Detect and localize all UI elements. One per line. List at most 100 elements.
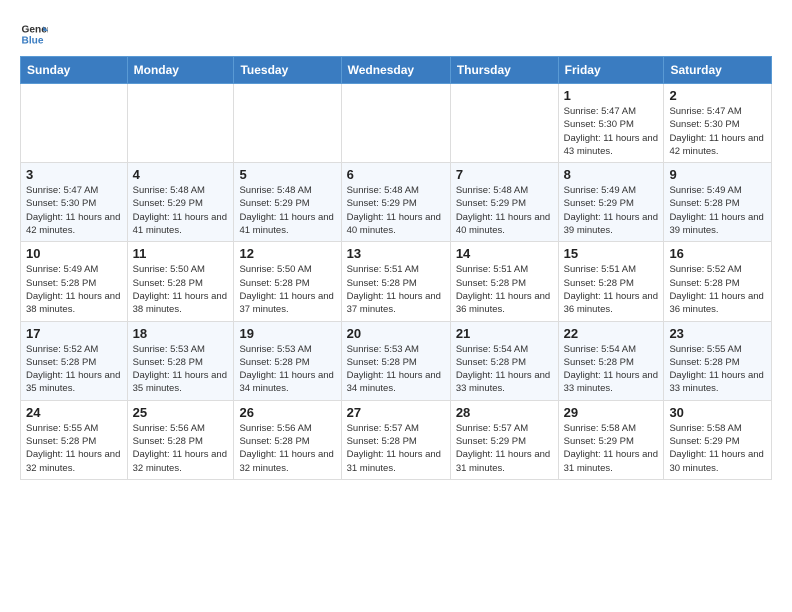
calendar-body: 1Sunrise: 5:47 AM Sunset: 5:30 PM Daylig…	[21, 84, 772, 480]
day-info: Sunrise: 5:56 AM Sunset: 5:28 PM Dayligh…	[239, 422, 335, 475]
day-number: 7	[456, 167, 553, 182]
header: General Blue	[20, 16, 772, 48]
calendar-cell: 7 Sunrise: 5:48 AM Sunset: 5:29 PM Daylig…	[450, 163, 558, 242]
day-info: Sunrise: 5:48 AM Sunset: 5:29 PM Dayligh…	[456, 184, 553, 237]
calendar-day-header: Sunday	[21, 57, 128, 84]
day-info: Sunrise: 5:51 AM Sunset: 5:28 PM Dayligh…	[456, 263, 553, 316]
calendar-day-header: Thursday	[450, 57, 558, 84]
day-info: Sunrise: 5:53 AM Sunset: 5:28 PM Dayligh…	[347, 343, 445, 396]
calendar-cell: 30 Sunrise: 5:58 AM Sunset: 5:29 PM Dayli…	[664, 400, 772, 479]
calendar-cell: 3Sunrise: 5:47 AM Sunset: 5:30 PM Daylig…	[21, 163, 128, 242]
calendar-day-header: Monday	[127, 57, 234, 84]
calendar-week-row: 10 Sunrise: 5:49 AM Sunset: 5:28 PM Dayli…	[21, 242, 772, 321]
calendar-cell: 29 Sunrise: 5:58 AM Sunset: 5:29 PM Dayli…	[558, 400, 664, 479]
calendar-cell	[234, 84, 341, 163]
calendar-week-row: 24 Sunrise: 5:55 AM Sunset: 5:28 PM Dayli…	[21, 400, 772, 479]
calendar-cell: 28Sunrise: 5:57 AM Sunset: 5:29 PM Dayli…	[450, 400, 558, 479]
calendar-cell: 10 Sunrise: 5:49 AM Sunset: 5:28 PM Dayli…	[21, 242, 128, 321]
calendar-week-row: 1Sunrise: 5:47 AM Sunset: 5:30 PM Daylig…	[21, 84, 772, 163]
calendar-cell: 4 Sunrise: 5:48 AM Sunset: 5:29 PM Daylig…	[127, 163, 234, 242]
calendar-week-row: 17 Sunrise: 5:52 AM Sunset: 5:28 PM Dayli…	[21, 321, 772, 400]
day-info: Sunrise: 5:53 AM Sunset: 5:28 PM Dayligh…	[239, 343, 335, 396]
day-info: Sunrise: 5:48 AM Sunset: 5:29 PM Dayligh…	[239, 184, 335, 237]
day-number: 8	[564, 167, 659, 182]
day-info: Sunrise: 5:55 AM Sunset: 5:28 PM Dayligh…	[26, 422, 122, 475]
day-info: Sunrise: 5:53 AM Sunset: 5:28 PM Dayligh…	[133, 343, 229, 396]
day-number: 30	[669, 405, 766, 420]
day-info: Sunrise: 5:49 AM Sunset: 5:29 PM Dayligh…	[564, 184, 659, 237]
calendar-cell: 13 Sunrise: 5:51 AM Sunset: 5:28 PM Dayli…	[341, 242, 450, 321]
day-info: Sunrise: 5:48 AM Sunset: 5:29 PM Dayligh…	[347, 184, 445, 237]
day-number: 28	[456, 405, 553, 420]
logo: General Blue	[20, 20, 48, 48]
day-info: Sunrise: 5:54 AM Sunset: 5:28 PM Dayligh…	[456, 343, 553, 396]
calendar-cell	[127, 84, 234, 163]
calendar-week-row: 3Sunrise: 5:47 AM Sunset: 5:30 PM Daylig…	[21, 163, 772, 242]
day-number: 13	[347, 246, 445, 261]
calendar-cell: 18 Sunrise: 5:53 AM Sunset: 5:28 PM Dayli…	[127, 321, 234, 400]
svg-text:Blue: Blue	[22, 35, 44, 46]
calendar-cell: 26Sunrise: 5:56 AM Sunset: 5:28 PM Dayli…	[234, 400, 341, 479]
day-number: 6	[347, 167, 445, 182]
day-number: 18	[133, 326, 229, 341]
calendar-cell: 19 Sunrise: 5:53 AM Sunset: 5:28 PM Dayli…	[234, 321, 341, 400]
calendar-day-header: Wednesday	[341, 57, 450, 84]
day-number: 23	[669, 326, 766, 341]
calendar-day-header: Friday	[558, 57, 664, 84]
day-number: 11	[133, 246, 229, 261]
calendar-cell	[341, 84, 450, 163]
day-number: 22	[564, 326, 659, 341]
day-number: 17	[26, 326, 122, 341]
calendar-cell: 24 Sunrise: 5:55 AM Sunset: 5:28 PM Dayli…	[21, 400, 128, 479]
calendar-cell: 25 Sunrise: 5:56 AM Sunset: 5:28 PM Dayli…	[127, 400, 234, 479]
day-number: 24	[26, 405, 122, 420]
day-number: 21	[456, 326, 553, 341]
calendar-cell: 11Sunrise: 5:50 AM Sunset: 5:28 PM Dayli…	[127, 242, 234, 321]
day-number: 12	[239, 246, 335, 261]
day-number: 16	[669, 246, 766, 261]
day-number: 15	[564, 246, 659, 261]
day-number: 27	[347, 405, 445, 420]
day-info: Sunrise: 5:48 AM Sunset: 5:29 PM Dayligh…	[133, 184, 229, 237]
day-info: Sunrise: 5:58 AM Sunset: 5:29 PM Dayligh…	[564, 422, 659, 475]
calendar-cell: 5 Sunrise: 5:48 AM Sunset: 5:29 PM Daylig…	[234, 163, 341, 242]
calendar-table: SundayMondayTuesdayWednesdayThursdayFrid…	[20, 56, 772, 480]
day-info: Sunrise: 5:49 AM Sunset: 5:28 PM Dayligh…	[26, 263, 122, 316]
day-number: 5	[239, 167, 335, 182]
day-info: Sunrise: 5:58 AM Sunset: 5:29 PM Dayligh…	[669, 422, 766, 475]
day-info: Sunrise: 5:56 AM Sunset: 5:28 PM Dayligh…	[133, 422, 229, 475]
calendar-cell: 2Sunrise: 5:47 AM Sunset: 5:30 PM Daylig…	[664, 84, 772, 163]
day-number: 14	[456, 246, 553, 261]
calendar-day-header: Saturday	[664, 57, 772, 84]
day-info: Sunrise: 5:55 AM Sunset: 5:28 PM Dayligh…	[669, 343, 766, 396]
day-number: 3	[26, 167, 122, 182]
calendar-cell: 22 Sunrise: 5:54 AM Sunset: 5:28 PM Dayli…	[558, 321, 664, 400]
day-info: Sunrise: 5:54 AM Sunset: 5:28 PM Dayligh…	[564, 343, 659, 396]
calendar-header-row: SundayMondayTuesdayWednesdayThursdayFrid…	[21, 57, 772, 84]
day-number: 4	[133, 167, 229, 182]
day-number: 20	[347, 326, 445, 341]
day-info: Sunrise: 5:51 AM Sunset: 5:28 PM Dayligh…	[347, 263, 445, 316]
calendar-cell: 12 Sunrise: 5:50 AM Sunset: 5:28 PM Dayli…	[234, 242, 341, 321]
calendar-cell: 1Sunrise: 5:47 AM Sunset: 5:30 PM Daylig…	[558, 84, 664, 163]
day-number: 19	[239, 326, 335, 341]
calendar-cell: 17 Sunrise: 5:52 AM Sunset: 5:28 PM Dayli…	[21, 321, 128, 400]
day-info: Sunrise: 5:51 AM Sunset: 5:28 PM Dayligh…	[564, 263, 659, 316]
day-number: 29	[564, 405, 659, 420]
logo-icon: General Blue	[20, 20, 48, 48]
day-number: 9	[669, 167, 766, 182]
day-info: Sunrise: 5:52 AM Sunset: 5:28 PM Dayligh…	[669, 263, 766, 316]
day-info: Sunrise: 5:57 AM Sunset: 5:28 PM Dayligh…	[347, 422, 445, 475]
day-number: 10	[26, 246, 122, 261]
day-number: 25	[133, 405, 229, 420]
calendar-cell: 20 Sunrise: 5:53 AM Sunset: 5:28 PM Dayli…	[341, 321, 450, 400]
day-info: Sunrise: 5:50 AM Sunset: 5:28 PM Dayligh…	[239, 263, 335, 316]
calendar-cell	[450, 84, 558, 163]
calendar-cell: 15 Sunrise: 5:51 AM Sunset: 5:28 PM Dayli…	[558, 242, 664, 321]
day-number: 2	[669, 88, 766, 103]
calendar-cell	[21, 84, 128, 163]
calendar-cell: 27 Sunrise: 5:57 AM Sunset: 5:28 PM Dayli…	[341, 400, 450, 479]
day-info: Sunrise: 5:49 AM Sunset: 5:28 PM Dayligh…	[669, 184, 766, 237]
day-info: Sunrise: 5:52 AM Sunset: 5:28 PM Dayligh…	[26, 343, 122, 396]
calendar-day-header: Tuesday	[234, 57, 341, 84]
